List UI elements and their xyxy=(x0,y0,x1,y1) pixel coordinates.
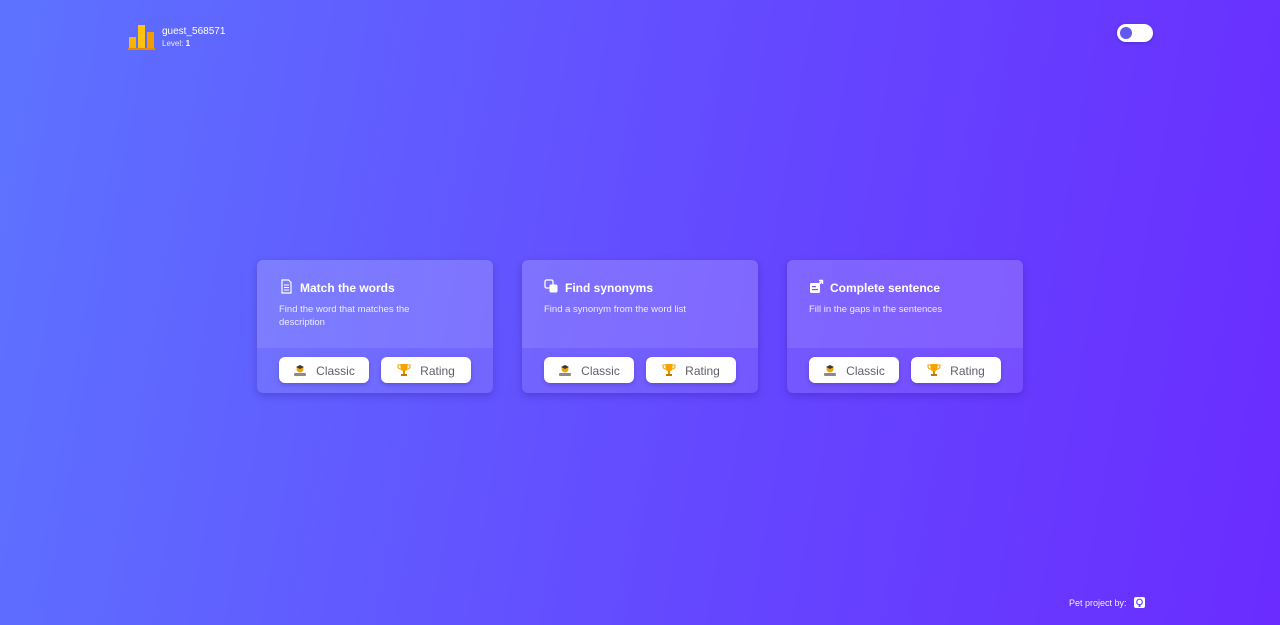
rating-button[interactable]: Rating xyxy=(646,357,736,383)
trophy-icon xyxy=(927,364,941,376)
rating-label: Rating xyxy=(685,364,720,378)
card-title-row: Match the words xyxy=(279,277,471,295)
card-title-row: Find synonyms xyxy=(544,277,736,295)
rating-button[interactable]: Rating xyxy=(381,357,471,383)
card-title: Complete sentence xyxy=(830,281,941,295)
card-complete-sentence: Complete sentence Fill in the gaps in th… xyxy=(787,260,1023,393)
student-icon xyxy=(559,365,572,376)
level-label: Level: xyxy=(162,39,184,49)
document-icon xyxy=(281,278,292,294)
level-value: 1 xyxy=(185,39,191,49)
game-cards: Match the words Find the word that match… xyxy=(257,260,1023,393)
theme-toggle[interactable] xyxy=(1117,24,1153,42)
footer: Pet project by: xyxy=(1069,597,1145,608)
copy-icon xyxy=(544,278,558,292)
card-header: Match the words Find the word that match… xyxy=(257,260,493,348)
footer-text: Pet project by: xyxy=(1069,597,1127,608)
trophy-icon xyxy=(662,364,676,376)
classic-label: Classic xyxy=(316,364,355,378)
card-match-the-words: Match the words Find the word that match… xyxy=(257,260,493,393)
github-icon[interactable] xyxy=(1133,597,1145,608)
student-icon xyxy=(294,365,307,376)
username: guest_568571 xyxy=(162,26,226,38)
user-profile: guest_568571 Level: 1 xyxy=(128,24,225,51)
card-description: Find the word that matches the descripti… xyxy=(279,304,410,328)
card-title-row: Complete sentence xyxy=(809,277,1001,295)
classic-label: Classic xyxy=(846,364,885,378)
rating-label: Rating xyxy=(420,364,455,378)
classic-label: Classic xyxy=(581,364,620,378)
user-info: guest_568571 Level: 1 xyxy=(162,26,225,49)
trophy-icon xyxy=(397,364,411,376)
card-header: Complete sentence Fill in the gaps in th… xyxy=(787,260,1023,348)
card-title: Find synonyms xyxy=(565,281,654,295)
user-level: Level: 1 xyxy=(162,39,225,49)
card-actions: Classic Rating xyxy=(787,348,1023,393)
card-description: Find a synonym from the word list xyxy=(544,304,687,315)
card-actions: Classic Rating xyxy=(522,348,758,393)
card-header: Find synonyms Find a synonym from the wo… xyxy=(522,260,758,348)
bar-chart-logo-icon xyxy=(128,25,155,50)
card-title: Match the words xyxy=(300,281,395,295)
edit-icon xyxy=(810,279,824,293)
card-description: Fill in the gaps in the sentences xyxy=(809,304,943,315)
classic-button[interactable]: Classic xyxy=(279,357,369,383)
toggle-knob xyxy=(1120,27,1132,39)
classic-button[interactable]: Classic xyxy=(544,357,634,383)
rating-label: Rating xyxy=(950,364,985,378)
classic-button[interactable]: Classic xyxy=(809,357,899,383)
card-actions: Classic Rating xyxy=(257,348,493,393)
student-icon xyxy=(824,365,837,376)
card-find-synonyms: Find synonyms Find a synonym from the wo… xyxy=(522,260,758,393)
rating-button[interactable]: Rating xyxy=(911,357,1001,383)
